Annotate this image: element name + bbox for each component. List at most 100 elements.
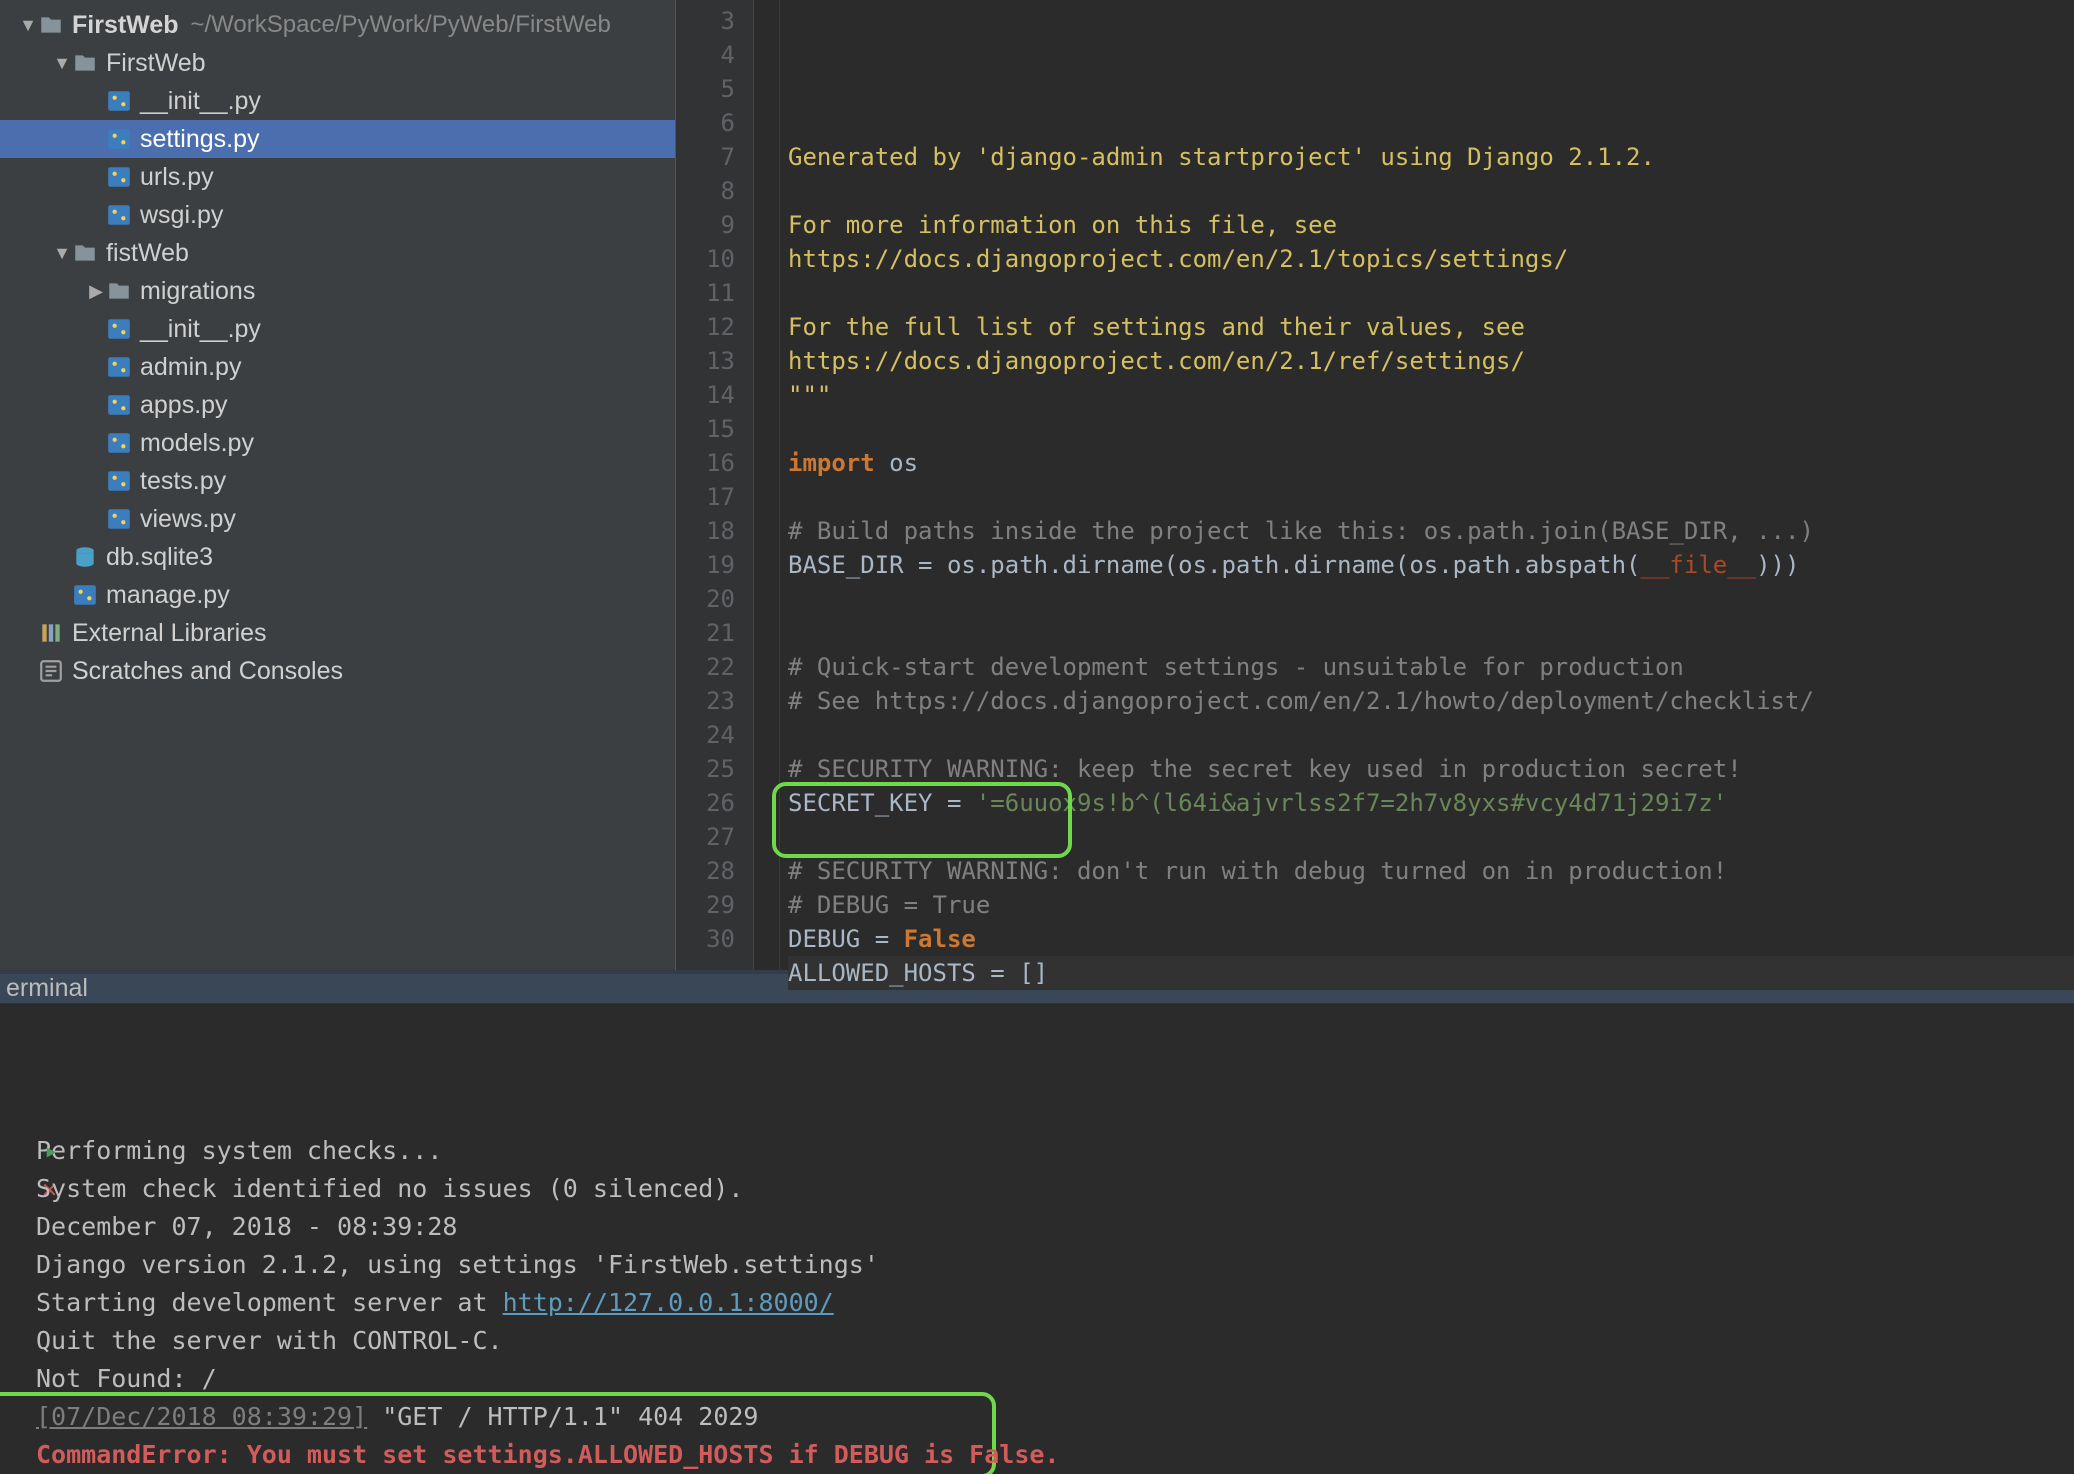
tree-file-scratches-and-consoles[interactable]: Scratches and Consoles <box>0 652 675 690</box>
project-path: ~/WorkSpace/PyWork/PyWeb/FirstWeb <box>191 11 611 39</box>
terminal-line: [07/Dec/2018 08:39:29] "GET / HTTP/1.1" … <box>36 1398 2074 1436</box>
line-number: 11 <box>676 276 735 310</box>
terminal-line: Not Found: / <box>36 1360 2074 1398</box>
tree-file-wsgi-py[interactable]: wsgi.py <box>0 196 675 234</box>
code-line[interactable]: # SECURITY WARNING: keep the secret key … <box>788 752 2074 786</box>
code-token: https://docs.djangoproject.com/en/2.1/re… <box>788 347 1525 375</box>
tree-file-admin-py[interactable]: admin.py <box>0 348 675 386</box>
tree-file-settings-py[interactable]: settings.py <box>0 120 675 158</box>
db-icon <box>72 544 98 570</box>
line-number: 5 <box>676 72 735 106</box>
tree-file-__init__-py[interactable]: __init__.py <box>0 82 675 120</box>
code-line[interactable]: Generated by 'django-admin startproject'… <box>788 140 2074 174</box>
tree-file-urls-py[interactable]: urls.py <box>0 158 675 196</box>
code-token: # SECURITY WARNING: don't run with debug… <box>788 857 1727 885</box>
line-number: 17 <box>676 480 735 514</box>
py-icon <box>106 392 132 418</box>
tree-folder-firstweb[interactable]: ▼FirstWeb <box>0 44 675 82</box>
terminal-line: Starting development server at http://12… <box>36 1284 2074 1322</box>
code-editor[interactable]: 3456789101112131415161718192021222324252… <box>676 0 2074 970</box>
code-line[interactable]: BASE_DIR = os.path.dirname(os.path.dirna… <box>788 548 2074 582</box>
expand-arrow-icon[interactable]: ▼ <box>52 243 72 264</box>
line-number: 3 <box>676 4 735 38</box>
line-number: 25 <box>676 752 735 786</box>
code-line[interactable] <box>788 480 2074 514</box>
code-token: __file__ <box>1641 551 1757 579</box>
line-number: 20 <box>676 582 735 616</box>
code-token: os <box>875 449 918 477</box>
terminal-line: December 07, 2018 - 08:39:28 <box>36 1208 2074 1246</box>
line-number: 8 <box>676 174 735 208</box>
tree-file-external-libraries[interactable]: External Libraries <box>0 614 675 652</box>
terminal[interactable]: ▸Performing system checks...✕System chec… <box>0 1004 2074 1474</box>
code-line[interactable] <box>788 174 2074 208</box>
tree-folder-firstweb[interactable]: ▼FirstWeb~/WorkSpace/PyWork/PyWeb/FirstW… <box>0 6 675 44</box>
tree-file-tests-py[interactable]: tests.py <box>0 462 675 500</box>
tree-item-label: wsgi.py <box>140 201 223 230</box>
line-number: 26 <box>676 786 735 820</box>
code-line[interactable]: DEBUG = False <box>788 922 2074 956</box>
project-tree[interactable]: ▼FirstWeb ~/WorkSpace/PyWork/PyWeb/FirstW… <box>0 0 676 970</box>
code-line[interactable]: # SECURITY WARNING: don't run with debug… <box>788 854 2074 888</box>
tree-file-models-py[interactable]: models.py <box>0 424 675 462</box>
terminal-line: System check identified no issues (0 sil… <box>36 1170 2074 1208</box>
line-number: 27 <box>676 820 735 854</box>
code-line[interactable] <box>788 616 2074 650</box>
folder-icon <box>72 240 98 266</box>
expand-arrow-icon[interactable]: ▼ <box>52 53 72 74</box>
terminal-text: "GET / HTTP/1.1" 404 2029 <box>367 1402 758 1431</box>
py-icon <box>106 468 132 494</box>
code-line[interactable]: # Build paths inside the project like th… <box>788 514 2074 548</box>
code-line[interactable]: """ <box>788 378 2074 412</box>
code-line[interactable] <box>788 820 2074 854</box>
code-token: Generated by 'django-admin startproject'… <box>788 143 1655 171</box>
py-icon <box>106 202 132 228</box>
code-token: For more information on this file, see <box>788 211 1337 239</box>
tree-file-manage-py[interactable]: manage.py <box>0 576 675 614</box>
terminal-tab[interactable]: erminal <box>0 974 94 1003</box>
terminal-error: CommandError: You must set settings.ALLO… <box>36 1440 1060 1469</box>
code-line[interactable] <box>788 718 2074 752</box>
code-area[interactable]: Generated by 'django-admin startproject'… <box>780 0 2074 970</box>
terminal-link[interactable]: http://127.0.0.1:8000/ <box>503 1288 834 1317</box>
code-line[interactable] <box>788 276 2074 310</box>
tree-file-__init__-py[interactable]: __init__.py <box>0 310 675 348</box>
code-line[interactable]: # DEBUG = True <box>788 888 2074 922</box>
terminal-text: December 07, 2018 - 08:39:28 <box>36 1212 457 1241</box>
code-line[interactable]: For the full list of settings and their … <box>788 310 2074 344</box>
tree-item-label: urls.py <box>140 163 214 192</box>
code-line[interactable] <box>788 412 2074 446</box>
tree-folder-fistweb[interactable]: ▼fistWeb <box>0 234 675 272</box>
code-line[interactable]: ALLOWED_HOSTS = [] <box>788 956 2074 990</box>
code-token: ALLOWED_HOSTS = [] <box>788 959 1048 987</box>
py-icon <box>106 506 132 532</box>
expand-arrow-icon[interactable]: ▼ <box>18 15 38 36</box>
py-icon <box>106 354 132 380</box>
code-line[interactable] <box>788 582 2074 616</box>
line-gutter: 3456789101112131415161718192021222324252… <box>676 0 754 970</box>
code-line[interactable]: import os <box>788 446 2074 480</box>
line-number: 18 <box>676 514 735 548</box>
tree-item-label: manage.py <box>106 581 230 610</box>
code-line[interactable] <box>788 106 2074 140</box>
tree-item-label: __init__.py <box>140 87 261 116</box>
code-line[interactable]: https://docs.djangoproject.com/en/2.1/re… <box>788 344 2074 378</box>
code-line[interactable]: SECRET_KEY = '=6uuox9s!b^(l64i&ajvrlss2f… <box>788 786 2074 820</box>
tree-item-label: __init__.py <box>140 315 261 344</box>
code-line[interactable]: # See https://docs.djangoproject.com/en/… <box>788 684 2074 718</box>
tree-file-db-sqlite3[interactable]: db.sqlite3 <box>0 538 675 576</box>
line-number: 22 <box>676 650 735 684</box>
code-line[interactable]: https://docs.djangoproject.com/en/2.1/to… <box>788 242 2074 276</box>
expand-arrow-icon[interactable]: ▶ <box>86 281 106 302</box>
tree-item-label: migrations <box>140 277 255 306</box>
line-number: 16 <box>676 446 735 480</box>
code-line[interactable]: # Quick-start development settings - uns… <box>788 650 2074 684</box>
tree-folder-migrations[interactable]: ▶ migrations <box>0 272 675 310</box>
tree-file-views-py[interactable]: views.py <box>0 500 675 538</box>
tree-file-apps-py[interactable]: apps.py <box>0 386 675 424</box>
line-number: 21 <box>676 616 735 650</box>
code-token: SECRET_KEY = <box>788 789 976 817</box>
terminal-text: Django version 2.1.2, using settings 'Fi… <box>36 1250 879 1279</box>
code-line[interactable]: For more information on this file, see <box>788 208 2074 242</box>
tree-item-label: apps.py <box>140 391 228 420</box>
